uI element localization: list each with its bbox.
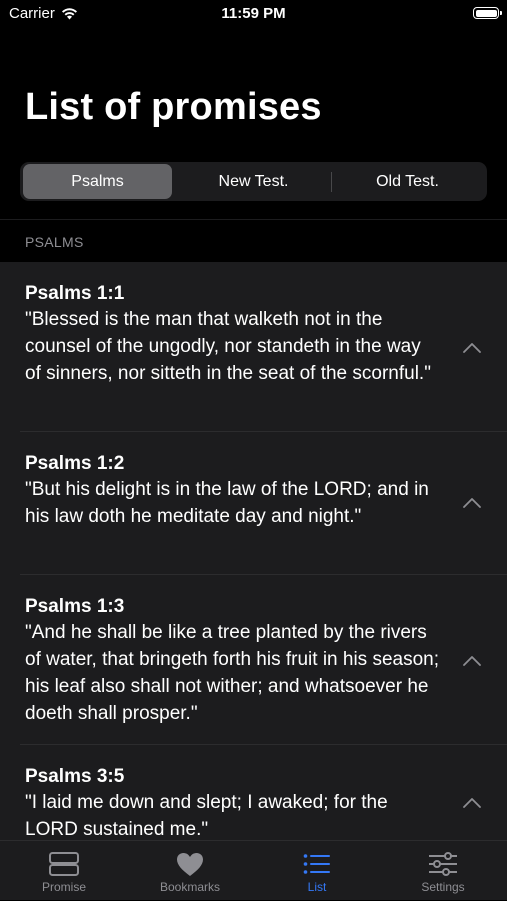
list-item[interactable]: Psalms 3:5 "I laid me down and slept; I … — [0, 745, 507, 840]
tab-list[interactable]: List — [254, 841, 380, 901]
tab-label: Promise — [41, 880, 86, 894]
promise-text: "And he shall be like a tree planted by … — [25, 622, 440, 724]
status-bar: Carrier 11:59 PM — [0, 0, 507, 28]
list-item[interactable]: Psalms 1:3 "And he shall be like a tree … — [0, 575, 507, 745]
sliders-icon — [429, 852, 457, 876]
promise-reference: Psalms 3:5 — [25, 766, 125, 787]
list-item[interactable]: Psalms 1:1 "Blessed is the man that walk… — [0, 262, 507, 432]
chevron-up-icon[interactable] — [463, 498, 481, 508]
promise-reference: Psalms 1:3 — [25, 596, 125, 617]
promise-text: "Blessed is the man that walketh not in … — [25, 309, 431, 384]
promise-text: "I laid me down and slept; I awaked; for… — [25, 792, 388, 840]
chevron-up-icon[interactable] — [463, 656, 481, 666]
tab-bar: Promise Bookmarks List Settings — [0, 840, 507, 900]
tab-settings[interactable]: Settings — [380, 841, 506, 901]
battery-icon — [473, 7, 502, 19]
list-icon — [303, 854, 330, 874]
promise-reference: Psalms 1:2 — [25, 453, 125, 474]
section-header: PSALMS — [25, 234, 84, 250]
promise-reference: Psalms 1:1 — [25, 283, 125, 304]
chevron-up-icon[interactable] — [463, 343, 481, 353]
page-title: List of promises — [25, 86, 322, 128]
segmented-control: Psalms New Test. Old Test. — [20, 162, 487, 201]
segment-psalms[interactable]: Psalms — [23, 164, 172, 199]
segment-new-testament[interactable]: New Test. — [179, 164, 328, 199]
divider — [0, 219, 507, 220]
tab-label: Settings — [421, 880, 465, 894]
segment-old-testament[interactable]: Old Test. — [333, 164, 482, 199]
list-item[interactable]: Psalms 1:2 "But his delight is in the la… — [0, 432, 507, 575]
promise-text: "But his delight is in the law of the LO… — [25, 479, 429, 527]
status-time: 11:59 PM — [221, 5, 286, 22]
promise-icon — [49, 852, 79, 876]
tab-promise[interactable]: Promise — [1, 841, 127, 901]
promise-list[interactable]: Psalms 1:1 "Blessed is the man that walk… — [0, 262, 507, 840]
tab-label: Bookmarks — [159, 880, 221, 894]
tab-label: List — [307, 880, 327, 894]
segment-divider — [331, 172, 332, 192]
tab-bookmarks[interactable]: Bookmarks — [127, 841, 253, 901]
chevron-up-icon[interactable] — [463, 798, 481, 808]
heart-icon — [177, 852, 203, 876]
